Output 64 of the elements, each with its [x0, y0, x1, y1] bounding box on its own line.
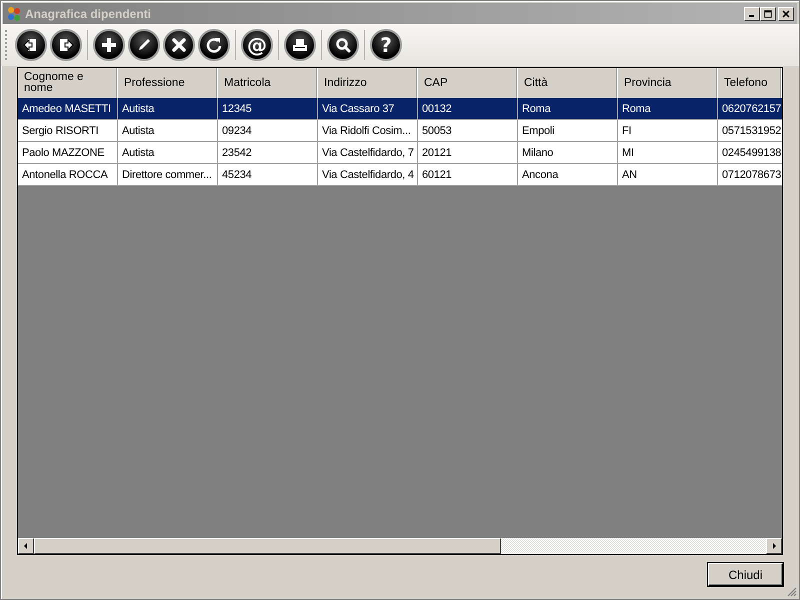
- table-cell: Direttore commer...: [118, 164, 218, 185]
- refresh-button[interactable]: [198, 29, 230, 61]
- table-cell: 50053: [418, 120, 518, 141]
- table-row[interactable]: Paolo MAZZONE Autista 23542 Via Castelfidardo, 7 20121 Milano MI 0245499138: [18, 142, 782, 164]
- exit-left-button[interactable]: [15, 29, 47, 61]
- minimize-icon: [748, 15, 754, 17]
- table-cell: Autista: [118, 142, 218, 163]
- maximize-button[interactable]: [760, 6, 776, 20]
- minimize-button[interactable]: [744, 6, 760, 20]
- maximize-icon: [763, 8, 773, 18]
- table-cell: Ancona: [518, 164, 618, 185]
- window-title: Anagrafica dipendenti: [25, 6, 152, 20]
- table-cell: Via Cassaro 37: [318, 98, 418, 119]
- table-cell: Milano: [518, 142, 618, 163]
- close-dialog-button[interactable]: Chiudi: [708, 563, 783, 586]
- table-cell: Via Castelfidardo, 4: [318, 164, 418, 185]
- table-cell: Amedeo MASETTI: [18, 98, 118, 119]
- help-button[interactable]: ?: [370, 29, 402, 61]
- table-cell: 12345: [218, 98, 318, 119]
- table-cell: Antonella ROCCA: [18, 164, 118, 185]
- delete-button[interactable]: [163, 29, 195, 61]
- close-icon: [781, 8, 791, 18]
- table-cell: Roma: [618, 98, 718, 119]
- exit-right-button[interactable]: [50, 29, 82, 61]
- table-cell: Autista: [118, 98, 218, 119]
- table-cell: 0712078673: [718, 164, 782, 185]
- table-cell: 20121: [418, 142, 518, 163]
- table-cell: 45234: [218, 164, 318, 185]
- search-button[interactable]: [327, 29, 359, 61]
- table-row[interactable]: Sergio RISORTI Autista 09234 Via Ridolfi Cosim... 50053 Empoli FI 0571531952: [18, 120, 782, 142]
- table-cell: Sergio RISORTI: [18, 120, 118, 141]
- table-cell: 23542: [218, 142, 318, 163]
- table-cell: Roma: [518, 98, 618, 119]
- table-cell: 0245499138: [718, 142, 782, 163]
- cross-icon: [169, 35, 189, 55]
- horizontal-scrollbar[interactable]: [18, 538, 782, 554]
- table-cell: MI: [618, 142, 718, 163]
- table-cell: AN: [618, 164, 718, 185]
- add-button[interactable]: [93, 29, 125, 61]
- table-cell: 00132: [418, 98, 518, 119]
- table-row[interactable]: Antonella ROCCA Direttore commer... 45234 Via Castelfidardo, 4 60121 Ancona AN 0712078673: [18, 164, 782, 186]
- print-button[interactable]: [284, 29, 316, 61]
- scroll-right-button[interactable]: [766, 538, 782, 554]
- refresh-icon: [204, 35, 224, 55]
- left-arrow-icon: [22, 542, 30, 550]
- scroll-left-button[interactable]: [18, 538, 34, 554]
- resize-grip-icon[interactable]: [785, 585, 797, 597]
- table-cell: 09234: [218, 120, 318, 141]
- plus-icon: [99, 35, 119, 55]
- table-cell: 0620762157: [718, 98, 782, 119]
- table-cell: Via Ridolfi Cosim...: [318, 120, 418, 141]
- table-cell: 60121: [418, 164, 518, 185]
- edit-button[interactable]: [128, 29, 160, 61]
- table-cell: FI: [618, 120, 718, 141]
- right-arrow-icon: [770, 542, 778, 550]
- table-cell: Paolo MAZZONE: [18, 142, 118, 163]
- scroll-thumb[interactable]: [34, 538, 501, 554]
- table-cell: Autista: [118, 120, 218, 141]
- table-cell: Empoli: [518, 120, 618, 141]
- table-cell: Via Castelfidardo, 7: [318, 142, 418, 163]
- close-button[interactable]: [778, 6, 794, 20]
- table-row[interactable]: Amedeo MASETTI Autista 12345 Via Cassaro 37 00132 Roma Roma 0620762157: [18, 98, 782, 120]
- email-button[interactable]: @: [241, 29, 273, 61]
- table-cell: 0571531952: [718, 120, 782, 141]
